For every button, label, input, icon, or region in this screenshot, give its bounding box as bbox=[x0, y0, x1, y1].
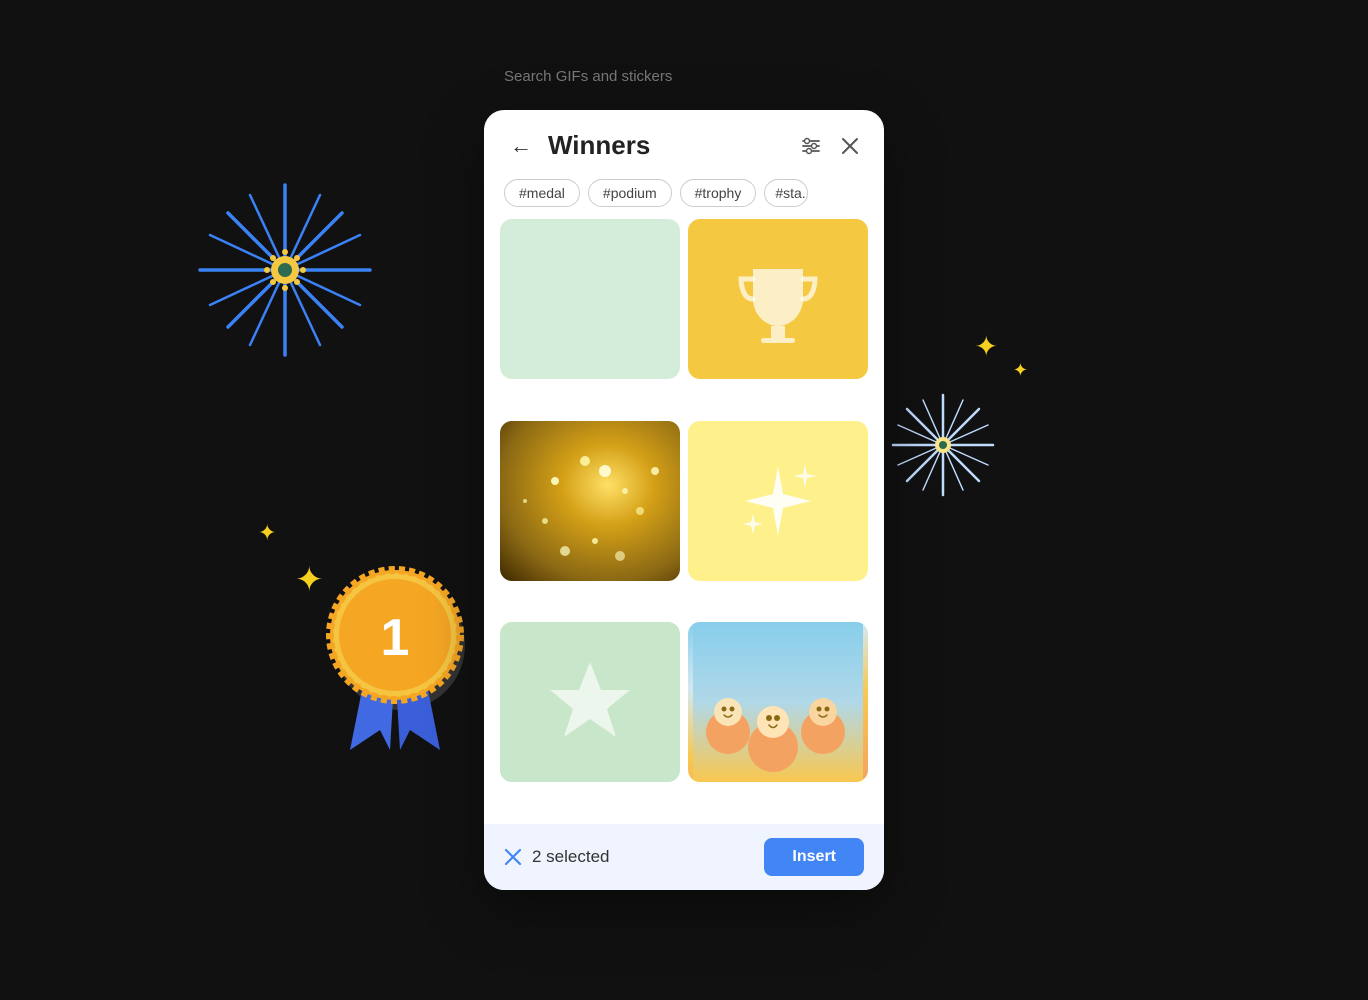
grid-item-2[interactable] bbox=[688, 219, 868, 379]
medal-badge: 1 bbox=[295, 530, 495, 750]
selected-count: 2 selected bbox=[532, 847, 610, 867]
tags-row: #medal #podium #trophy #sta... bbox=[484, 171, 884, 219]
clear-selection-button[interactable] bbox=[504, 848, 522, 866]
tag-medal[interactable]: #medal bbox=[504, 179, 580, 207]
svg-text:1: 1 bbox=[381, 609, 410, 667]
search-label: Search GIFs and stickers bbox=[504, 68, 672, 85]
trophy-svg bbox=[733, 254, 823, 344]
sparkles-svg bbox=[723, 446, 833, 556]
bottom-bar: 2 selected Insert bbox=[484, 824, 884, 890]
modal-wrapper: Search GIFs and stickers ← Winners bbox=[484, 110, 884, 890]
blue-starburst bbox=[195, 180, 375, 360]
light-starburst bbox=[888, 390, 998, 500]
tag-podium[interactable]: #podium bbox=[588, 179, 672, 207]
back-button[interactable]: ← bbox=[504, 131, 538, 161]
grid-item-1[interactable] bbox=[500, 219, 680, 379]
image-grid bbox=[484, 219, 884, 824]
close-button[interactable] bbox=[836, 132, 864, 160]
sparkle-icon-4: ✦ bbox=[1013, 360, 1028, 381]
x-icon bbox=[504, 848, 522, 866]
glitter-background bbox=[500, 421, 680, 581]
grid-item-5[interactable] bbox=[500, 622, 680, 782]
insert-button[interactable]: Insert bbox=[764, 838, 864, 876]
team-photo-background bbox=[688, 622, 868, 782]
people-svg bbox=[688, 622, 868, 782]
modal-card: ← Winners bbox=[484, 110, 884, 890]
grid-item-3[interactable] bbox=[500, 421, 680, 581]
sparkle-icon-1: ✦ bbox=[258, 520, 276, 546]
filter-icon bbox=[800, 135, 822, 157]
sparkle-icon-2: ✦ bbox=[295, 560, 324, 600]
close-icon bbox=[840, 136, 860, 156]
modal-header: ← Winners bbox=[484, 110, 884, 171]
tag-more[interactable]: #sta... bbox=[764, 179, 808, 207]
star-svg bbox=[540, 652, 640, 752]
grid-item-4[interactable] bbox=[688, 421, 868, 581]
selected-info: 2 selected bbox=[504, 847, 610, 867]
header-title: Winners bbox=[548, 130, 786, 161]
tag-trophy[interactable]: #trophy bbox=[680, 179, 757, 207]
grid-item-6[interactable] bbox=[688, 622, 868, 782]
glitter-svg bbox=[500, 421, 680, 581]
sparkle-icon-3: ✦ bbox=[975, 330, 998, 363]
filter-button[interactable] bbox=[796, 131, 826, 161]
header-icons bbox=[796, 131, 864, 161]
